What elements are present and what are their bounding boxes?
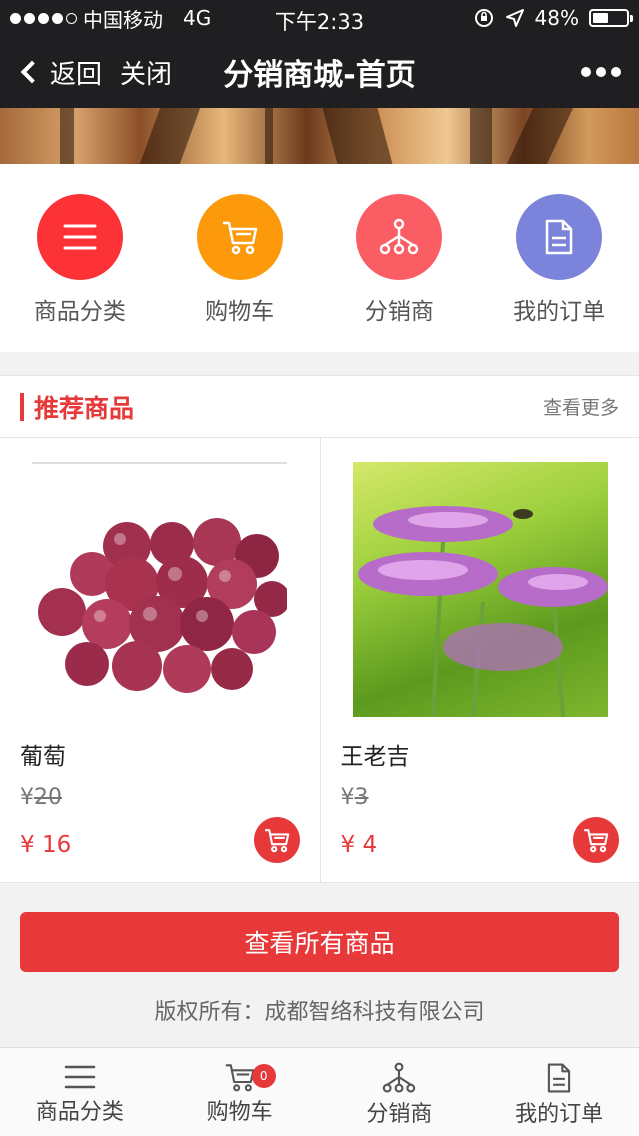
add-to-cart-button[interactable] (573, 817, 619, 863)
view-more-link[interactable]: 查看更多 (543, 393, 619, 420)
shortcut-distributor[interactable]: 分销商 (320, 164, 480, 352)
menu-icon (36, 194, 123, 280)
tab-cart[interactable]: 0 购物车 (160, 1048, 320, 1136)
shortcut-label: 商品分类 (33, 299, 126, 325)
view-all-products-button[interactable]: 查看所有商品 (20, 912, 619, 972)
section-marker (20, 392, 24, 421)
product-image-grapes[interactable] (32, 462, 287, 717)
tab-label: 分销商 (366, 1102, 433, 1127)
old-price-value: 20 (34, 785, 62, 810)
cart-count-badge: 0 (251, 1064, 276, 1088)
tab-label: 购物车 (206, 1100, 273, 1125)
more-options-icon[interactable] (581, 67, 621, 77)
currency-symbol: ¥ (20, 832, 35, 858)
cart-icon (264, 829, 289, 853)
top-bar: 中国移动 4G 下午2:33 48% 返回 关闭 分销商城-首页 (0, 0, 639, 108)
currency-symbol: ¥ (20, 785, 34, 810)
shortcut-categories[interactable]: 商品分类 (0, 164, 160, 352)
product-image-flowers[interactable] (352, 462, 608, 717)
shortcut-label: 购物车 (205, 299, 275, 325)
banner-image[interactable] (0, 108, 639, 164)
status-time: 下午2:33 (274, 10, 365, 34)
chevron-left-icon (20, 60, 44, 84)
price-value: 4 (362, 832, 378, 858)
recommended-header: 推荐商品 查看更多 (0, 376, 639, 438)
product-old-price: ¥3 (341, 785, 620, 810)
currency-symbol: ¥ (340, 832, 356, 858)
recommended-section: 推荐商品 查看更多 葡萄 ¥20 ¥ 16 王老吉 ¥3 ¥ 4 (0, 375, 639, 883)
tab-orders[interactable]: 我的订单 (479, 1048, 639, 1136)
back-button[interactable]: 返回 (18, 54, 102, 91)
product-name: 葡萄 (20, 744, 66, 770)
product-card[interactable]: 王老吉 ¥3 ¥ 4 (319, 438, 639, 883)
section-title: 推荐商品 (34, 393, 135, 423)
document-icon (547, 1063, 571, 1093)
close-button[interactable]: 关闭 (120, 54, 172, 91)
shortcut-label: 分销商 (364, 299, 434, 325)
tab-label: 我的订单 (515, 1102, 604, 1127)
network-icon (356, 194, 443, 280)
shortcut-grid: 商品分类 购物车 分销商 我的订单 (0, 164, 639, 352)
menu-icon (64, 1065, 96, 1089)
product-name: 王老吉 (340, 744, 410, 770)
tab-distributor[interactable]: 分销商 (320, 1048, 480, 1136)
battery-icon (589, 9, 633, 27)
product-old-price: ¥20 (20, 785, 300, 810)
shortcut-label: 我的订单 (513, 299, 606, 325)
status-bar: 中国移动 4G 下午2:33 48% (0, 0, 639, 36)
shortcut-orders[interactable]: 我的订单 (479, 164, 639, 352)
back-label: 返回 (50, 59, 103, 90)
tab-label: 商品分类 (35, 1100, 124, 1125)
document-icon (516, 194, 603, 280)
cart-icon (196, 194, 283, 280)
bottom-tab-bar: 商品分类 0 购物车 分销商 我的订单 (0, 1047, 639, 1136)
cart-icon (584, 829, 609, 853)
product-card[interactable]: 葡萄 ¥20 ¥ 16 (0, 438, 320, 883)
copyright-text: 版权所有：成都智络科技有限公司 (154, 1000, 485, 1025)
price-value: 16 (41, 832, 72, 858)
old-price-value: 3 (354, 785, 369, 810)
currency-symbol: ¥ (340, 785, 355, 810)
add-to-cart-button[interactable] (253, 817, 300, 863)
nav-bar: 返回 关闭 分销商城-首页 (0, 36, 639, 108)
shortcut-cart[interactable]: 购物车 (160, 164, 320, 352)
tab-categories[interactable]: 商品分类 (0, 1048, 160, 1136)
network-icon (383, 1062, 416, 1093)
